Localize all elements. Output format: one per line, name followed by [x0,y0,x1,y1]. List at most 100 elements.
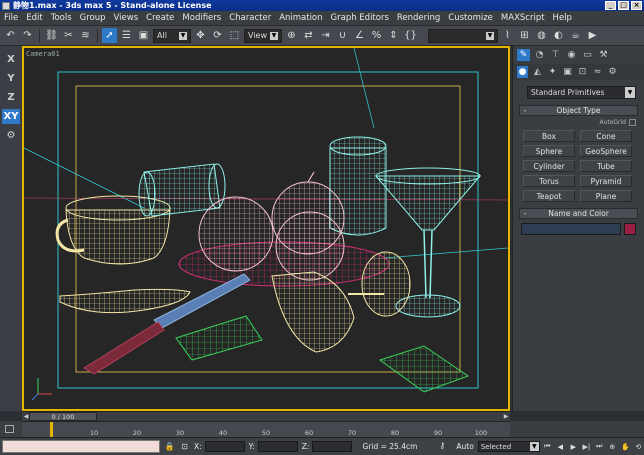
play-icon[interactable]: ▶ [568,441,579,452]
menu-help[interactable]: Help [549,13,576,23]
absolute-mode-icon[interactable]: ⊡ [179,441,190,452]
menu-maxscript[interactable]: MAXScript [497,13,549,23]
z-coord-field[interactable] [312,441,353,452]
track-bar-toggle[interactable] [0,421,22,437]
object-color-swatch[interactable] [624,223,636,235]
orbit-icon[interactable]: ⟲ [633,441,644,452]
snap-settings-icon[interactable]: ⚙ [2,128,20,143]
geosphere-button[interactable]: GeoSphere [580,145,632,157]
cameras-icon[interactable]: ▣ [562,66,573,78]
track-bar[interactable]: 10 20 30 40 50 60 70 80 90 100 [22,421,510,437]
pyramid-button[interactable]: Pyramid [580,175,632,187]
bind-space-warp-icon[interactable]: ≋ [78,28,93,43]
plane-button[interactable]: Plane [580,190,632,202]
display-tab-icon[interactable]: ▭ [581,49,594,61]
camera-viewport[interactable]: Camera01 [22,46,510,411]
schematic-view-icon[interactable]: ⊞ [517,28,532,43]
utilities-tab-icon[interactable]: ⚒ [597,49,610,61]
shapes-icon[interactable]: ◭ [532,66,543,78]
previous-frame-icon[interactable]: ◀ [555,441,566,452]
menu-file[interactable]: File [0,13,22,23]
axis-y-button[interactable]: Y [2,71,20,86]
cone-button[interactable]: Cone [580,130,632,142]
torus-button[interactable]: Torus [523,175,575,187]
menu-modifiers[interactable]: Modifiers [178,13,225,23]
menu-create[interactable]: Create [142,13,178,23]
axis-xy-button[interactable]: XY [2,109,20,124]
spinner-snap-icon[interactable]: ⇕ [386,28,401,43]
playhead-marker[interactable] [50,422,53,437]
time-slider-knob[interactable]: 0 / 100 [29,412,97,421]
time-slider[interactable]: ◀ 0 / 100 ▶ [22,411,510,421]
axis-x-button[interactable]: X [2,52,20,67]
viewport-label[interactable]: Camera01 [26,50,60,58]
material-editor-icon[interactable]: ◍ [534,28,549,43]
tube-button[interactable]: Tube [580,160,632,172]
key-filter-dropdown[interactable]: Selected ▼ [477,441,540,452]
named-selection-icon[interactable]: {} [403,28,418,43]
menu-animation[interactable]: Animation [275,13,326,23]
space-warps-icon[interactable]: ≈ [592,66,603,78]
menu-customize[interactable]: Customize [444,13,497,23]
hierarchy-tab-icon[interactable]: ⊤ [549,49,562,61]
maxscript-listener-field[interactable] [2,440,160,453]
next-frame-arrow-icon[interactable]: ▶ [502,412,510,421]
select-scale-icon[interactable]: ⬚ [227,28,242,43]
select-and-link-icon[interactable]: ⛓ [44,28,59,43]
minimize-button[interactable]: _ [605,1,616,10]
reference-coordinate-dropdown[interactable]: View ▼ [244,28,282,43]
unlink-icon[interactable]: ✂ [61,28,76,43]
cylinder-button[interactable]: Cylinder [523,160,575,172]
axis-z-button[interactable]: Z [2,90,20,105]
select-object-icon[interactable]: ➚ [102,28,117,43]
angle-snap-icon[interactable]: ∠ [352,28,367,43]
x-coord-field[interactable] [204,441,245,452]
menu-views[interactable]: Views [110,13,143,23]
render-scene-icon[interactable]: ◐ [551,28,566,43]
primitive-category-dropdown[interactable]: Standard Primitives ▼ [527,86,636,99]
select-rotate-icon[interactable]: ⟳ [210,28,225,43]
selection-filter-dropdown[interactable]: All ▼ [153,28,191,43]
menu-group[interactable]: Group [76,13,110,23]
object-name-field[interactable] [521,223,621,235]
modify-tab-icon[interactable]: ◔ [533,49,546,61]
box-button[interactable]: Box [523,130,575,142]
set-key-icon[interactable]: ⚷ [439,441,453,452]
select-by-name-icon[interactable]: ☰ [119,28,134,43]
lock-selection-icon[interactable]: 🔒 [164,441,175,452]
teapot-button[interactable]: Teapot [523,190,575,202]
mirror-icon[interactable]: ⇄ [301,28,316,43]
menu-tools[interactable]: Tools [47,13,76,23]
named-selection-sets-dropdown[interactable]: ▼ [428,28,498,43]
quick-render-icon[interactable]: ☕ [568,28,583,43]
menu-graph-editors[interactable]: Graph Editors [327,13,393,23]
maximize-button[interactable]: □ [618,1,629,10]
percent-snap-icon[interactable]: % [369,28,384,43]
sphere-button[interactable]: Sphere [523,145,575,157]
go-to-start-icon[interactable]: ⏮ [542,441,553,452]
menu-character[interactable]: Character [225,13,275,23]
align-icon[interactable]: ⇥ [318,28,333,43]
snap-toggle-icon[interactable]: ∪ [335,28,350,43]
pan-icon[interactable]: ✋ [620,441,631,452]
pivot-center-icon[interactable]: ⊕ [284,28,299,43]
autogrid-checkbox[interactable] [629,119,636,126]
go-to-end-icon[interactable]: ⏭ [594,441,605,452]
region-select-icon[interactable]: ▣ [136,28,151,43]
motion-tab-icon[interactable]: ◉ [565,49,578,61]
systems-icon[interactable]: ⚙ [607,66,618,78]
render-last-icon[interactable]: ▶ [585,28,600,43]
name-and-color-rollout[interactable]: - Name and Color [519,208,638,219]
close-button[interactable]: × [631,1,642,10]
create-tab-icon[interactable]: ✎ [517,49,530,61]
next-frame-icon[interactable]: ▶| [581,441,592,452]
undo-icon[interactable]: ↶ [3,28,18,43]
lights-icon[interactable]: ✦ [547,66,558,78]
geometry-icon[interactable]: ● [517,66,528,78]
curve-editor-icon[interactable]: ⌇ [500,28,515,43]
y-coord-field[interactable] [257,441,298,452]
helpers-icon[interactable]: ⊡ [577,66,588,78]
menu-edit[interactable]: Edit [22,13,46,23]
select-move-icon[interactable]: ✥ [193,28,208,43]
zoom-icon[interactable]: ⊕ [607,441,618,452]
